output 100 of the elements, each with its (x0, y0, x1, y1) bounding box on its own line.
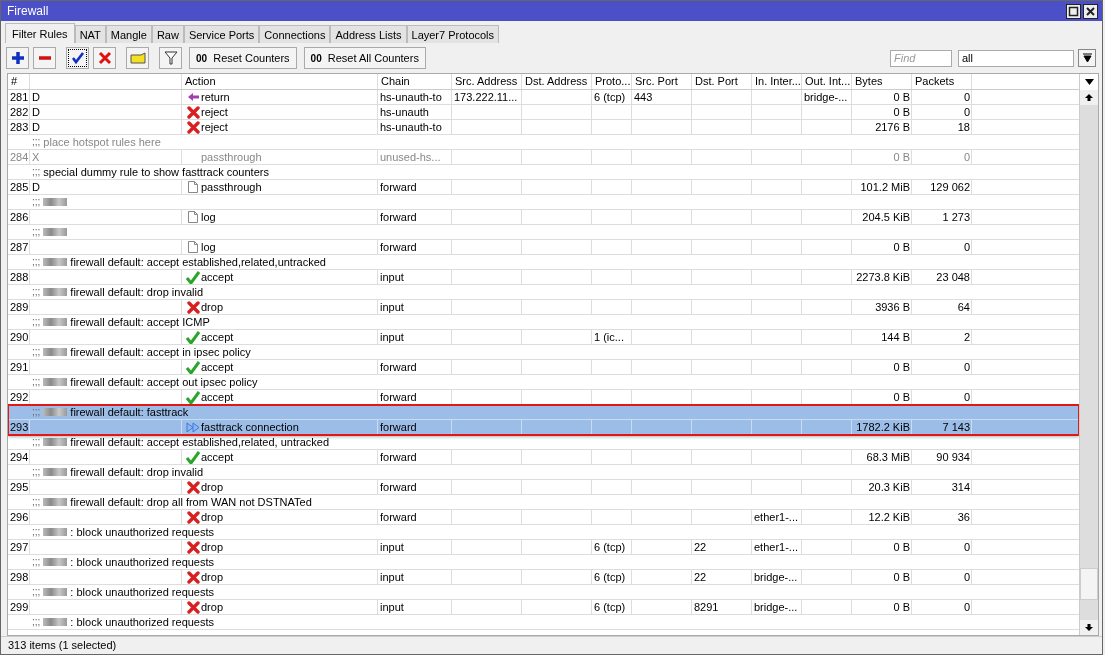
comment-text: : block unauthorized requests (70, 585, 215, 599)
column-header[interactable]: Packets (915, 75, 955, 87)
column-header[interactable]: # (11, 75, 18, 87)
column-header[interactable]: Chain (381, 75, 410, 87)
table-cell: ether1-... (754, 541, 799, 553)
table-cell: 6 (tcp) (594, 601, 626, 613)
table-cell: D (32, 181, 40, 193)
close-icon[interactable] (1083, 3, 1098, 19)
table-cell: 290 (10, 331, 29, 343)
comment-text: firewall default: drop all from WAN not DSTNATed (70, 495, 312, 509)
table-cell: drop (201, 600, 224, 614)
table-cell: D (32, 91, 40, 103)
filter-button[interactable] (159, 47, 182, 69)
table-cell: forward (380, 511, 417, 523)
cross-icon (186, 540, 200, 554)
reset-button[interactable]: 00 Reset All Counters (303, 47, 426, 69)
comment-text: : block unauthorized requests (70, 615, 215, 629)
comment-text: special dummy rule to show fasttrack counters (43, 165, 269, 179)
tab[interactable]: Connections (259, 25, 331, 43)
table-cell: 173.222.11... (454, 91, 518, 103)
cross-icon (186, 510, 200, 524)
column-header[interactable]: Src. Address (455, 75, 518, 87)
table-cell: 0 B (893, 151, 910, 163)
table-cell: 0 B (893, 91, 910, 103)
tab[interactable]: Service Ports (183, 25, 260, 43)
reset-button[interactable]: 00 Reset Counters (189, 47, 297, 69)
comment-button[interactable] (126, 47, 149, 69)
table-cell: input (380, 331, 404, 343)
table-cell: drop (201, 540, 224, 554)
column-header[interactable]: Src. Port (635, 75, 678, 87)
tab[interactable]: NAT (74, 25, 106, 43)
table-cell: 3936 B (875, 301, 910, 313)
tab[interactable]: Filter Rules (5, 23, 75, 43)
table-cell: 299 (10, 601, 29, 613)
scroll-up-button[interactable] (1080, 90, 1098, 105)
table-cell: 292 (10, 391, 29, 403)
column-header[interactable]: Proto... (595, 75, 631, 87)
table-cell: accept (201, 360, 234, 374)
remove-button[interactable] (33, 47, 56, 69)
minus-icon (37, 56, 52, 60)
check-icon (70, 51, 85, 65)
column-header[interactable]: Dst. Address (525, 75, 588, 87)
table-cell: 12.2 KiB (868, 511, 910, 523)
table-cell: 287 (10, 241, 29, 253)
table-cell: input (380, 601, 404, 613)
table-cell: 291 (10, 361, 29, 373)
table-cell: 284 (10, 151, 29, 163)
table-cell: forward (380, 361, 417, 373)
column-header[interactable]: Dst. Port (695, 75, 738, 87)
check-icon (186, 270, 200, 284)
add-button[interactable] (6, 47, 29, 69)
cross-icon (186, 480, 200, 494)
table-cell: 0 B (893, 571, 910, 583)
disable-button[interactable] (93, 47, 116, 69)
check-icon (186, 360, 200, 374)
tab[interactable]: Address Lists (330, 25, 407, 43)
enable-button[interactable] (66, 47, 89, 69)
table-cell: return (201, 90, 230, 104)
comment-marker: ;;; (32, 225, 41, 239)
dropdown-button[interactable] (1078, 49, 1096, 67)
triangle-down-icon (1084, 79, 1094, 85)
table-cell: fasttrack connection (201, 420, 299, 434)
check-icon (186, 390, 200, 404)
table-cell: bridge-... (804, 91, 848, 103)
column-header[interactable]: Out. Int... (805, 75, 851, 87)
tab[interactable]: Raw (151, 25, 184, 43)
filter-dropdown[interactable]: all (958, 49, 1074, 67)
table-cell: hs-unauth-to (380, 121, 442, 133)
scroll-down-button[interactable] (1080, 620, 1098, 635)
table-cell: drop (201, 300, 224, 314)
table-cell: 293 (10, 421, 29, 433)
table-cell: input (380, 571, 404, 583)
scroll-thumb[interactable] (1080, 568, 1098, 600)
document-icon (188, 181, 198, 193)
table-cell: ether1-... (754, 511, 799, 523)
table-cell: D (32, 106, 40, 118)
check-icon (186, 450, 200, 464)
comment-text: : block unauthorized requests (70, 525, 215, 539)
table-cell: 297 (10, 541, 29, 553)
table-cell: accept (201, 270, 234, 284)
table-cell: accept (201, 330, 234, 344)
scrollbar[interactable] (1080, 90, 1098, 635)
maximize-icon[interactable] (1066, 3, 1081, 19)
column-header[interactable]: Action (185, 75, 216, 87)
comment-text: firewall default: accept out ipsec policy (70, 375, 258, 389)
table-cell: log (201, 240, 216, 254)
table-cell: log (201, 210, 216, 224)
tab[interactable]: Mangle (105, 25, 152, 43)
tab[interactable]: Layer7 Protocols (406, 25, 500, 43)
comment-marker: ;;; (32, 405, 41, 419)
cross-icon (186, 120, 200, 134)
table-cell: D (32, 121, 40, 133)
table-cell: 0 (963, 91, 970, 103)
table-cell: forward (380, 451, 417, 463)
column-header[interactable]: In. Inter... (755, 75, 801, 87)
find-field[interactable]: Find (890, 49, 952, 67)
table-cell: 68.3 MiB (866, 451, 910, 463)
table-cell: 6 (tcp) (594, 571, 626, 583)
column-header[interactable]: Bytes (855, 75, 883, 87)
table-cell: 6 (tcp) (594, 91, 626, 103)
